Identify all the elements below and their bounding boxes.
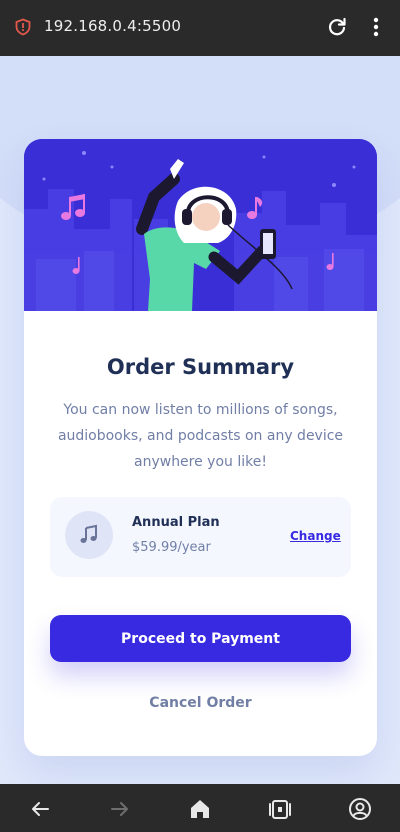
cancel-order-button[interactable]: Cancel Order [24, 695, 377, 711]
forward-arrow-icon[interactable] [108, 797, 132, 821]
change-plan-link[interactable]: Change [290, 529, 341, 543]
plan-price: $59.99/year [132, 540, 211, 555]
hero-illustration [24, 139, 377, 311]
shield-icon[interactable] [14, 18, 32, 36]
back-arrow-icon[interactable] [28, 797, 52, 821]
plan-name: Annual Plan [132, 515, 220, 530]
home-icon[interactable] [188, 797, 212, 821]
plan-icon-circle [65, 511, 113, 559]
page-title: Order Summary [106, 355, 295, 379]
music-note-icon [80, 524, 97, 543]
menu-icon[interactable] [366, 16, 386, 38]
account-icon[interactable] [348, 797, 372, 821]
tabs-icon[interactable] [268, 797, 292, 821]
reload-icon[interactable] [326, 16, 348, 38]
address-bar-url[interactable]: 192.168.0.4:5500 [44, 17, 181, 35]
plan-box: Annual Plan $59.99/year Change [50, 497, 351, 577]
hero-illustration-art [24, 139, 377, 311]
browser-bottom-nav [0, 784, 400, 832]
order-summary-card: Order Summary You can now listen to mill… [24, 139, 377, 756]
browser-toolbar: 192.168.0.4:5500 [0, 0, 400, 56]
proceed-to-payment-button[interactable]: Proceed to Payment [50, 615, 351, 662]
summary-description: You can now listen to millions of songs,… [57, 402, 344, 470]
